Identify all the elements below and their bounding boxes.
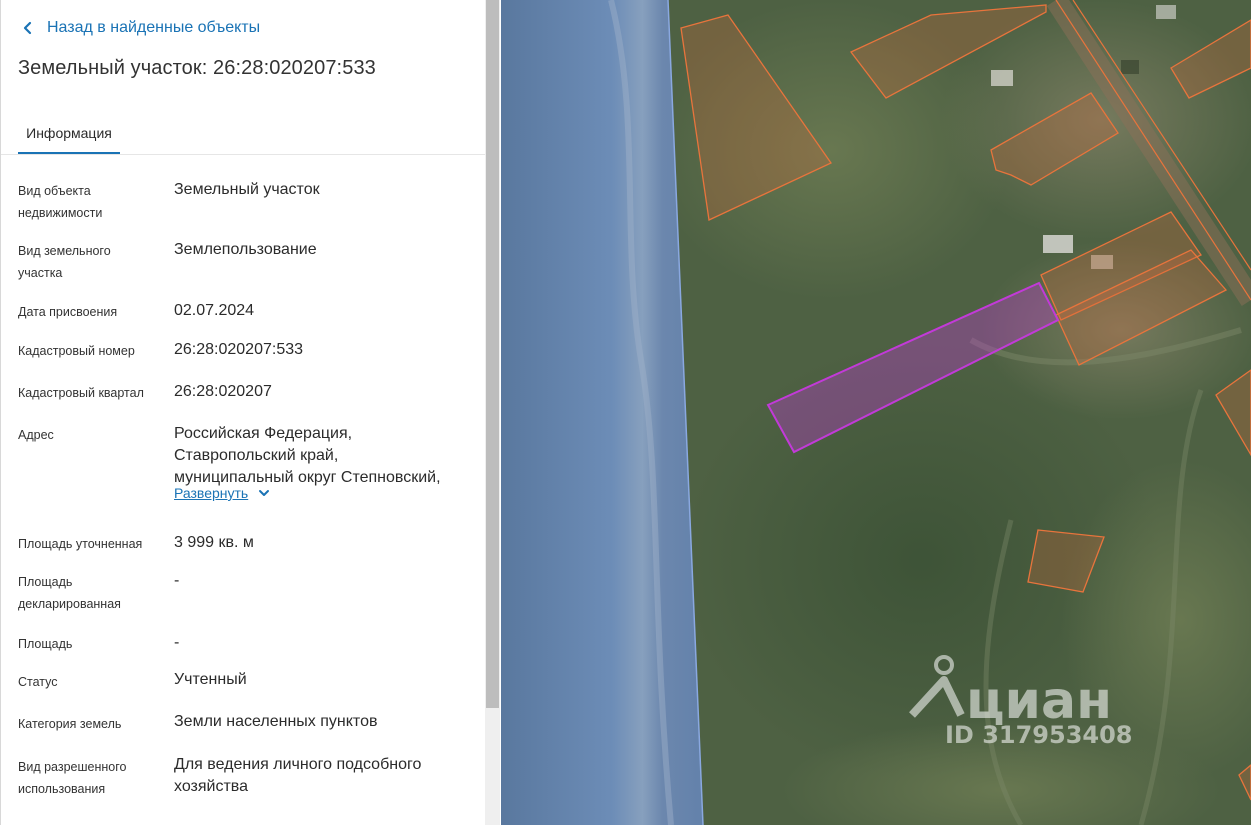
building-spot xyxy=(1043,235,1073,253)
info-panel: Назад в найденные объекты Земельный учас… xyxy=(0,0,485,825)
field-value: - xyxy=(174,572,180,589)
field-label: Площадь уточненная xyxy=(18,537,143,551)
expand-address-button[interactable]: Развернуть xyxy=(174,485,270,501)
field-value: 26:28:020207 xyxy=(174,383,272,400)
field-value: Землепользование xyxy=(174,241,317,258)
page-title: Земельный участок: 26:28:020207:533 xyxy=(18,57,376,79)
field-label: Дата присвоения xyxy=(18,305,118,319)
field-label: Адрес xyxy=(18,428,54,442)
field-label: Площадь декларированная xyxy=(18,575,121,611)
address-value: Российская Федерация, Ставропольский кра… xyxy=(174,425,441,486)
scrollbar-thumb[interactable] xyxy=(486,0,499,708)
field-value: 26:28:020207:533 xyxy=(174,341,304,358)
field-label: Вид объекта недвижимости xyxy=(18,184,103,220)
panel-scrollbar[interactable] xyxy=(485,0,500,825)
back-link-label: Назад в найденные объекты xyxy=(47,19,261,36)
field-value: Земельный участок xyxy=(174,181,320,198)
back-to-results-link[interactable]: Назад в найденные объекты xyxy=(23,16,260,40)
field-address: Адрес Российская Федерация, Ставропольск… xyxy=(18,424,468,514)
field-label: Статус xyxy=(18,675,58,689)
field-label: Вид разрешенного использования xyxy=(18,760,127,796)
expand-label: Развернуть xyxy=(174,485,249,501)
tab-bar: Информация xyxy=(1,112,485,155)
field-value: Учтенный xyxy=(174,671,247,688)
chevron-down-icon xyxy=(259,490,270,496)
field-value: - xyxy=(174,634,180,651)
field-label: Кадастровый квартал xyxy=(18,386,144,400)
watermark-id: ID 317953408 xyxy=(945,721,1133,749)
field-label: Категория земель xyxy=(18,717,122,731)
field-value: Для ведения личного подсобного хозяйства xyxy=(174,756,422,795)
building-spot xyxy=(1156,5,1176,19)
field-value: 02.07.2024 xyxy=(174,302,255,319)
building-spot xyxy=(991,70,1013,86)
chevron-left-icon xyxy=(23,21,32,35)
field-label: Кадастровый номер xyxy=(18,344,135,358)
field-label: Площадь xyxy=(18,637,73,651)
field-value: Земли населенных пунктов xyxy=(174,713,378,730)
field-value: 3 999 кв. м xyxy=(174,534,254,551)
satellite-map[interactable]: циан ID 317953408 xyxy=(501,0,1251,825)
tab-information[interactable]: Информация xyxy=(18,112,120,154)
field-label: Вид земельного участка xyxy=(18,244,111,280)
building-spot xyxy=(1121,60,1139,74)
